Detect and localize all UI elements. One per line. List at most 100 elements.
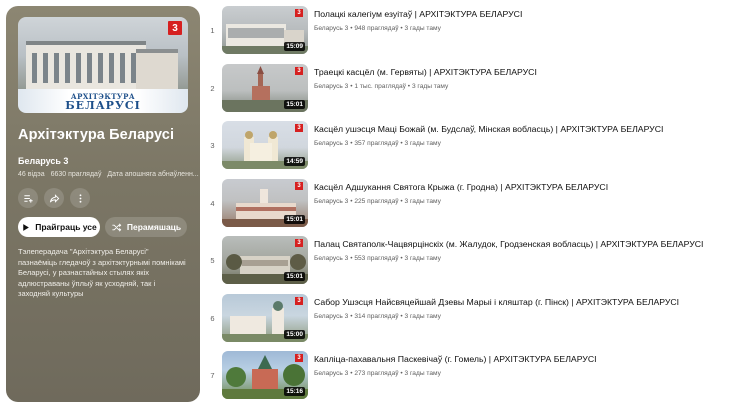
video-age: 3 гады таму xyxy=(404,312,441,320)
shuffle-label: Перамяшаць xyxy=(126,222,182,232)
video-duration: 15:01 xyxy=(284,272,305,281)
channel-badge: 3 xyxy=(295,181,303,190)
video-views: 357 праглядаў xyxy=(354,140,399,147)
video-thumbnail[interactable]: 3 15:01 xyxy=(222,63,308,112)
video-channel[interactable]: Беларусь 3 xyxy=(314,255,348,262)
video-views: 273 праглядаў xyxy=(354,370,399,377)
video-age: 3 гады таму xyxy=(404,370,441,377)
thumbnail-logo-line2: БЕЛАРУСІ xyxy=(65,99,141,112)
video-duration: 15:01 xyxy=(284,99,305,109)
add-to-queue-icon[interactable] xyxy=(18,188,38,208)
video-info: Траецкі касцёл (м. Гервяты) | АРХІТЭКТУР… xyxy=(314,64,537,90)
video-title[interactable]: Траецкі касцёл (м. Гервяты) | АРХІТЭКТУР… xyxy=(314,67,537,78)
video-title[interactable]: Палац Святаполк-Чацвярцінскіх (м. Жалудо… xyxy=(314,239,703,250)
video-thumbnail[interactable]: 3 15:01 xyxy=(222,178,308,227)
playlist-actions xyxy=(18,188,188,208)
video-index: 5 xyxy=(210,256,215,265)
channel-badge: 3 xyxy=(168,21,182,35)
video-title[interactable]: Касцёл ушэсця Маці Божай (м. Будслаў, Мі… xyxy=(314,124,663,135)
video-duration: 15:00 xyxy=(284,329,305,339)
playlist-video-row[interactable]: 3 3 14:59 Касцёл ушэсця Маці Божай (м. Б… xyxy=(205,121,727,179)
more-vert-icon[interactable] xyxy=(70,188,90,208)
video-channel[interactable]: Беларусь 3 xyxy=(314,25,348,32)
video-info: Капліца-пахавальня Паскевічаў (г. Гомель… xyxy=(314,351,597,377)
playlist-video-row[interactable]: 7 3 15:16 Капліца-пахавальня Паскевічаў … xyxy=(205,351,727,406)
video-meta: Беларусь 3 • 273 праглядаў • 3 гады таму xyxy=(314,370,597,377)
video-age: 3 гады таму xyxy=(404,197,441,205)
video-age: 3 гады таму xyxy=(404,25,441,32)
playlist-thumbnail[interactable]: 3 АРХІТЭКТУРА БЕЛАРУСІ xyxy=(18,17,188,113)
channel-badge: 3 xyxy=(295,9,303,17)
playlist-owner[interactable]: Беларусь 3 xyxy=(18,156,188,166)
video-index: 7 xyxy=(210,371,215,380)
video-age: 3 гады таму xyxy=(404,255,441,262)
channel-badge: 3 xyxy=(295,296,303,305)
video-index: 6 xyxy=(210,313,215,323)
video-thumbnail[interactable]: 3 15:01 xyxy=(222,236,308,284)
video-duration: 14:59 xyxy=(284,157,305,166)
playlist-video-row[interactable]: 1 3 15:09 Полацкі калегіум езуітаў | АРХ… xyxy=(205,6,727,64)
video-meta: Беларусь 3 • 357 праглядаў • 3 гады таму xyxy=(314,140,663,147)
playlist-video-row[interactable]: 4 3 15:01 Касцёл Адшукання Святога Крыжа… xyxy=(205,178,727,237)
shuffle-button[interactable]: Перамяшаць xyxy=(105,217,187,237)
video-info: Касцёл Адшукання Святога Крыжа (г. Гродн… xyxy=(314,179,608,205)
video-title[interactable]: Касцёл Адшукання Святога Крыжа (г. Гродн… xyxy=(314,182,608,193)
video-index: 2 xyxy=(210,83,215,93)
video-duration: 15:09 xyxy=(284,42,305,51)
video-duration: 15:01 xyxy=(284,214,305,224)
shuffle-icon xyxy=(112,223,122,231)
playlist-title: Архітэктура Беларусі xyxy=(18,127,175,143)
channel-badge: 3 xyxy=(295,124,303,132)
playlist-video-list: 1 3 15:09 Полацкі калегіум езуітаў | АРХ… xyxy=(205,6,727,406)
video-info: Касцёл ушэсця Маці Божай (м. Будслаў, Мі… xyxy=(314,121,663,147)
thumbnail-logo-strip: АРХІТЭКТУРА БЕЛАРУСІ xyxy=(18,89,188,113)
thumbnail-logo-text: АРХІТЭКТУРА БЕЛАРУСІ xyxy=(65,92,141,112)
share-icon[interactable] xyxy=(44,188,64,208)
channel-badge: 3 xyxy=(295,66,303,75)
video-thumbnail[interactable]: 3 15:09 xyxy=(222,6,308,54)
thumbnail-building-wing xyxy=(136,49,178,89)
video-index: 3 xyxy=(210,141,215,150)
video-duration: 15:16 xyxy=(284,387,305,396)
video-meta: Беларусь 3 • 1 тыс. праглядаў • 3 гады т… xyxy=(314,83,537,90)
video-views: 314 праглядаў xyxy=(354,312,399,320)
play-icon xyxy=(23,223,30,231)
video-views: 1 тыс. праглядаў xyxy=(354,82,406,90)
video-views: 948 праглядаў xyxy=(354,25,399,32)
thumbnail-building xyxy=(26,41,146,89)
video-age: 3 гады таму xyxy=(404,140,441,147)
video-views: 553 праглядаў xyxy=(354,255,399,262)
video-views: 225 праглядаў xyxy=(354,197,399,205)
video-title[interactable]: Капліца-пахавальня Паскевічаў (г. Гомель… xyxy=(314,354,597,365)
playlist-buttons: Прайграць усе Перамяшаць xyxy=(18,217,188,237)
video-channel[interactable]: Беларусь 3 xyxy=(314,83,348,90)
video-title[interactable]: Полацкі калегіум езуітаў | АРХІТЭКТУРА Б… xyxy=(314,9,522,20)
video-meta: Беларусь 3 • 225 праглядаў • 3 гады таму xyxy=(314,198,608,205)
play-all-label: Прайграць усе xyxy=(35,222,97,232)
video-title[interactable]: Сабор Ушэсця Найсвяцейшай Дзевы Марыі і … xyxy=(314,297,679,308)
video-count: 46 відэа xyxy=(18,171,45,178)
video-thumbnail[interactable]: 3 15:00 xyxy=(222,293,308,342)
video-meta: Беларусь 3 • 553 праглядаў • 3 гады таму xyxy=(314,255,703,262)
play-all-button[interactable]: Прайграць усе xyxy=(18,217,100,237)
video-thumbnail[interactable]: 3 15:16 xyxy=(222,351,308,399)
video-channel[interactable]: Беларусь 3 xyxy=(314,370,348,377)
video-channel[interactable]: Беларусь 3 xyxy=(314,198,348,205)
video-info: Палац Святаполк-Чацвярцінскіх (м. Жалудо… xyxy=(314,236,703,262)
playlist-video-row[interactable]: 2 3 15:01 Траецкі касцёл (м. Гервяты) | … xyxy=(205,63,727,122)
video-index: 1 xyxy=(210,26,215,35)
playlist-video-row[interactable]: 6 3 15:00 Сабор Ушэсця Найсвяцейшай Дзев… xyxy=(205,293,727,352)
video-info: Полацкі калегіум езуітаў | АРХІТЭКТУРА Б… xyxy=(314,6,522,32)
playlist-video-row[interactable]: 5 3 15:01 Палац Святаполк-Чацвярцінскіх … xyxy=(205,236,727,294)
video-index: 4 xyxy=(210,198,215,208)
video-channel[interactable]: Беларусь 3 xyxy=(314,140,348,147)
video-thumbnail[interactable]: 3 14:59 xyxy=(222,121,308,169)
playlist-description: Тэлеперадача "Архітэктура Беларусі" пазн… xyxy=(18,247,186,298)
video-age: 3 гады таму xyxy=(411,82,449,90)
channel-badge: 3 xyxy=(295,354,303,362)
view-count: 6630 праглядаў xyxy=(50,171,102,178)
channel-badge: 3 xyxy=(295,239,303,247)
video-channel[interactable]: Беларусь 3 xyxy=(314,313,348,320)
playlist-header-panel: 3 АРХІТЭКТУРА БЕЛАРУСІ Архітэктура Белар… xyxy=(6,6,200,402)
video-info: Сабор Ушэсця Найсвяцейшай Дзевы Марыі і … xyxy=(314,294,679,320)
